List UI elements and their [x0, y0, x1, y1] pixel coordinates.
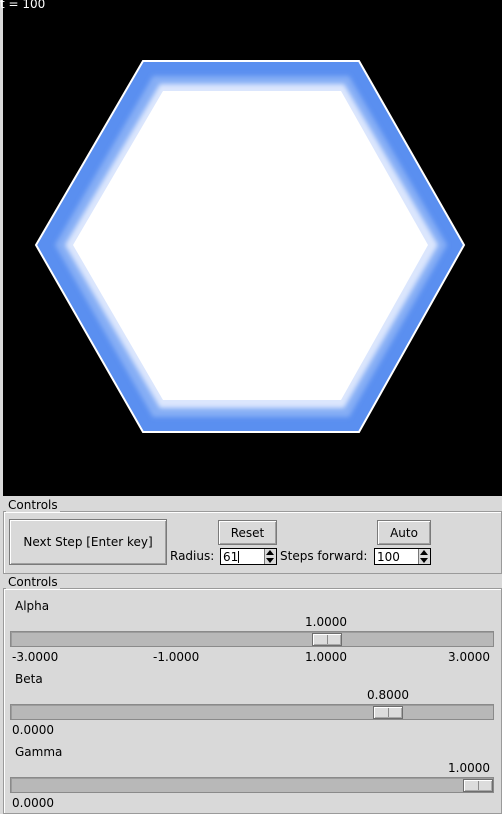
auto-button[interactable]: Auto — [377, 520, 431, 545]
time-readout: t = 100 — [0, 0, 46, 11]
simulation-canvas[interactable] — [3, 0, 502, 496]
gamma-slider[interactable] — [10, 777, 494, 793]
spin-up-icon[interactable] — [420, 550, 428, 555]
grip-line — [327, 635, 328, 644]
alpha-value: 1.0000 — [305, 615, 347, 629]
beta-slider-handle[interactable] — [373, 706, 403, 719]
grip-line — [478, 781, 479, 790]
text-cursor — [238, 551, 239, 563]
gamma-value: 1.0000 — [448, 761, 490, 775]
gamma-label: Gamma — [15, 745, 63, 759]
alpha-slider-handle[interactable] — [312, 633, 342, 646]
controls-legend-bottom: Controls — [6, 575, 60, 589]
grip-line — [388, 708, 389, 717]
alpha-tick-max: 3.0000 — [448, 650, 490, 664]
next-step-button[interactable]: Next Step [Enter key] — [9, 519, 167, 565]
alpha-tick-min: -3.0000 — [12, 650, 59, 664]
steps-spin-buttons[interactable] — [418, 549, 430, 564]
alpha-label: Alpha — [15, 599, 50, 613]
hexagon-drawing — [34, 60, 466, 433]
reset-button[interactable]: Reset — [218, 520, 277, 545]
alpha-slider[interactable] — [10, 631, 494, 647]
beta-label: Beta — [15, 672, 43, 686]
alpha-tick-3: 1.0000 — [305, 650, 347, 664]
spin-down-icon[interactable] — [266, 558, 274, 563]
beta-tick-min: 0.0000 — [12, 723, 54, 737]
steps-forward-value[interactable]: 100 — [377, 550, 400, 564]
gamma-slider-handle[interactable] — [463, 779, 493, 792]
beta-slider[interactable] — [10, 704, 494, 720]
steps-forward-label: Steps forward: — [280, 549, 368, 563]
spin-down-icon[interactable] — [420, 558, 428, 563]
steps-forward-spinbox[interactable]: 100 — [374, 548, 431, 565]
radius-label: Radius: — [170, 549, 215, 563]
beta-value: 0.8000 — [367, 688, 409, 702]
radius-spinbox[interactable]: 61 — [220, 548, 277, 565]
radius-spin-buttons[interactable] — [264, 549, 276, 564]
controls-legend-top: Controls — [6, 498, 60, 512]
gamma-tick-min: 0.0000 — [12, 796, 54, 810]
alpha-tick-2: -1.0000 — [153, 650, 200, 664]
radius-value[interactable]: 61 — [223, 550, 238, 564]
spin-up-icon[interactable] — [266, 550, 274, 555]
